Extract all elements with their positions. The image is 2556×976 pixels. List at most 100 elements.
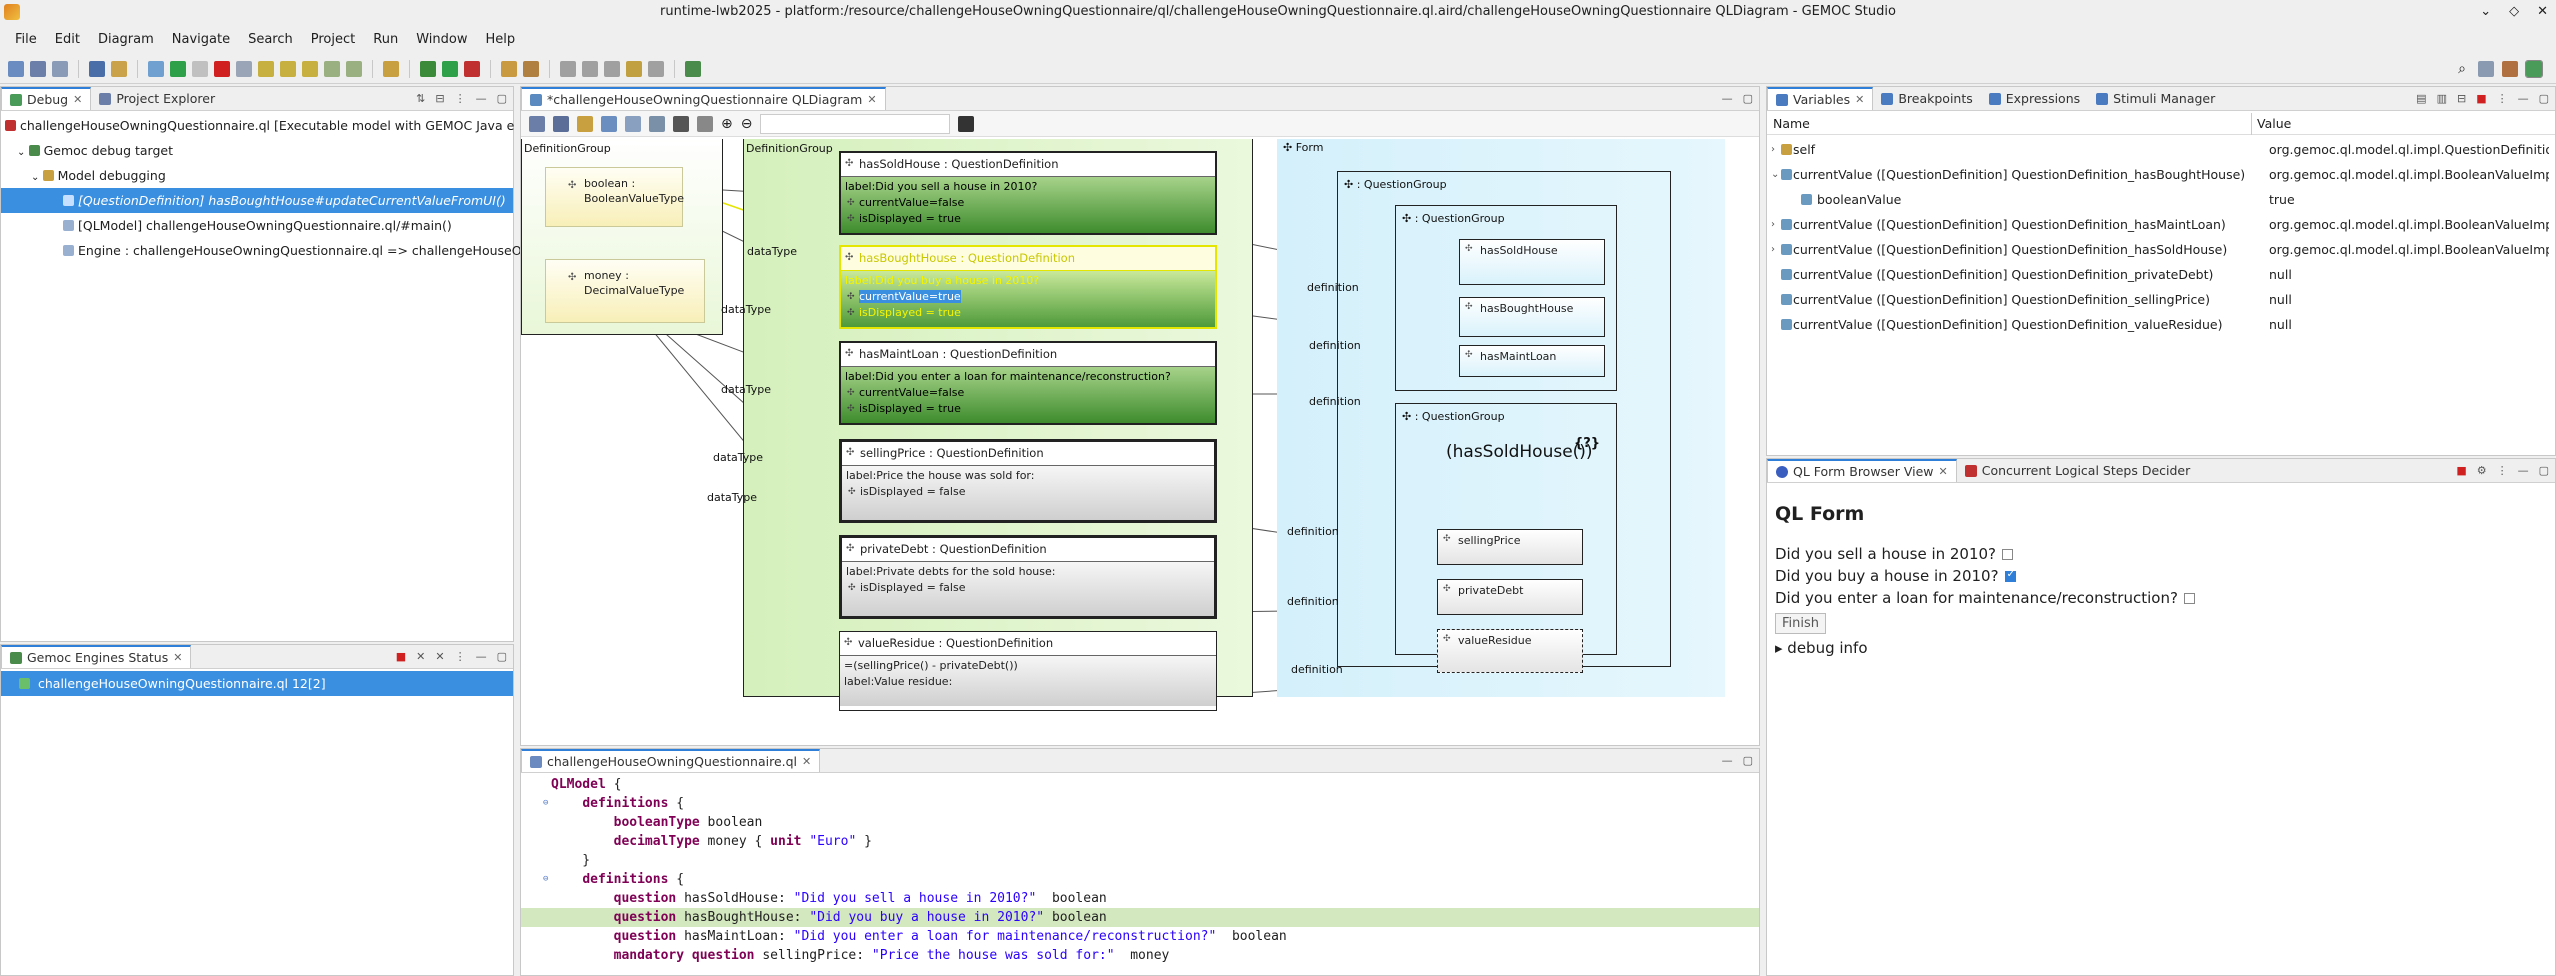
font-color-icon[interactable] xyxy=(673,115,689,132)
refresh-icon[interactable] xyxy=(577,115,593,132)
remove-engine-icon[interactable]: ✕ xyxy=(416,650,425,663)
question-node-valueResidue[interactable]: valueResidue : QuestionDefinition =(sell… xyxy=(839,631,1217,711)
external-tools-icon[interactable] xyxy=(464,60,480,77)
copy-format-icon[interactable] xyxy=(697,115,713,132)
close-icon[interactable]: ✕ xyxy=(173,651,182,664)
menu-help[interactable]: Help xyxy=(476,32,524,47)
fold-icon[interactable]: ⊖ xyxy=(543,870,548,889)
code-line[interactable]: ⊖ definitions { xyxy=(521,870,1759,889)
code-line[interactable]: QLModel { xyxy=(521,775,1759,794)
tree-item-model-debugging[interactable]: ⌄ Model debugging xyxy=(1,163,513,188)
view-menu-icon[interactable]: ⋮ xyxy=(455,92,466,105)
open-type-icon[interactable] xyxy=(501,60,517,77)
menu-diagram[interactable]: Diagram xyxy=(89,32,163,47)
maximize-icon[interactable]: ◇ xyxy=(2509,0,2519,24)
menu-window[interactable]: Window xyxy=(407,32,476,47)
remove-all-icon[interactable]: ✕ xyxy=(435,650,444,663)
boolean-type-node[interactable]: boolean :DecimalValueTypeBooleanValueTyp… xyxy=(545,167,684,227)
debug-info-toggle[interactable]: ▸ debug info xyxy=(1775,639,1868,657)
show-type-icon[interactable]: ▤ xyxy=(2416,92,2426,105)
step-over-icon[interactable] xyxy=(280,60,296,77)
minimize-icon[interactable]: — xyxy=(2518,92,2529,105)
engine-row[interactable]: challengeHouseOwningQuestionnaire.ql 12[… xyxy=(1,671,513,696)
close-icon[interactable]: ✕ xyxy=(73,93,82,106)
form-question-privateDebt[interactable]: privateDebt xyxy=(1437,579,1583,615)
java-perspective-icon[interactable] xyxy=(2502,61,2518,77)
tab-expressions[interactable]: Expressions xyxy=(1981,87,2088,110)
fold-icon[interactable]: ⊖ xyxy=(543,794,548,813)
code-line[interactable]: booleanType boolean xyxy=(521,813,1759,832)
pin-editor-icon[interactable] xyxy=(685,60,701,77)
variable-row[interactable]: › self org.gemoc.ql.model.ql.impl.Question… xyxy=(1767,137,2555,162)
maximize-icon[interactable]: ▢ xyxy=(2539,464,2549,477)
export-image-icon[interactable] xyxy=(958,115,975,132)
forward-icon[interactable] xyxy=(648,60,664,77)
close-icon[interactable]: ✕ xyxy=(2537,0,2548,24)
form-question-valueResidue[interactable]: valueResidue xyxy=(1437,629,1583,673)
stop-icon[interactable]: ■ xyxy=(2456,464,2466,477)
variable-row[interactable]: › currentValue ([QuestionDefinition] Ques… xyxy=(1767,212,2555,237)
checkbox-hasMaintLoan[interactable] xyxy=(2183,593,2195,604)
close-icon[interactable]: ✕ xyxy=(1939,465,1948,478)
form-question-sellingPrice[interactable]: sellingPrice xyxy=(1437,529,1583,565)
variable-row[interactable]: ⌄ currentValue ([QuestionDefinition] Ques… xyxy=(1767,162,2555,187)
form-question-hasSoldHouse[interactable]: hasSoldHouse xyxy=(1459,239,1605,285)
minimize-icon[interactable]: — xyxy=(2518,464,2529,477)
checkbox-hasSoldHouse[interactable] xyxy=(2002,549,2014,560)
code-line[interactable]: question hasSoldHouse: "Did you sell a h… xyxy=(521,889,1759,908)
money-type-node[interactable]: money :DecimalValueType xyxy=(545,259,705,323)
menu-search[interactable]: Search xyxy=(239,32,302,47)
toggle-breakpoint-icon[interactable] xyxy=(383,60,399,77)
minimize-icon[interactable]: — xyxy=(1722,754,1733,767)
tree-item-launch[interactable]: challengeHouseOwningQuestionnaire.ql [Ex… xyxy=(1,113,514,138)
view-menu-icon[interactable]: ⋮ xyxy=(455,650,466,663)
question-node-hasMaintLoan[interactable]: hasMaintLoan : QuestionDefinition label:… xyxy=(839,341,1217,425)
collapse-icon[interactable]: ⊟ xyxy=(435,92,444,105)
next-annotation-icon[interactable] xyxy=(560,60,576,77)
tab-variables[interactable]: Variables ✕ xyxy=(1767,87,1874,110)
pin-icon[interactable] xyxy=(649,115,665,132)
step-back-over-icon[interactable] xyxy=(346,60,362,77)
diagram-canvas[interactable]: DefinitionGroup boolean :DecimalValueTyp… xyxy=(521,139,1759,745)
menu-edit[interactable]: Edit xyxy=(46,32,89,47)
view-menu-icon[interactable]: ⋮ xyxy=(2497,464,2508,477)
code-line[interactable]: question hasBoughtHouse: "Did you buy a … xyxy=(521,908,1759,927)
tab-concurrent-logical-steps[interactable]: Concurrent Logical Steps Decider xyxy=(1957,459,2199,482)
filters-icon[interactable] xyxy=(625,115,641,132)
maximize-icon[interactable]: ▢ xyxy=(1743,754,1753,767)
question-node-sellingPrice[interactable]: sellingPrice : QuestionDefinition label:… xyxy=(839,439,1217,523)
expand-icon[interactable]: ⌄ xyxy=(31,172,43,183)
question-node-hasSoldHouse[interactable]: hasSoldHouse : QuestionDefinition label:… xyxy=(839,151,1217,235)
tab-gemoc-engines-status[interactable]: Gemoc Engines Status ✕ xyxy=(1,645,192,668)
skip-icon[interactable]: ⇅ xyxy=(416,92,425,105)
maximize-icon[interactable]: ▢ xyxy=(497,650,507,663)
form-question-hasMaintLoan[interactable]: hasMaintLoan xyxy=(1459,345,1605,377)
maximize-icon[interactable]: ▢ xyxy=(2539,92,2549,105)
previous-annotation-icon[interactable] xyxy=(582,60,598,77)
save-icon[interactable] xyxy=(30,60,46,77)
menu-navigate[interactable]: Navigate xyxy=(163,32,239,47)
layout-icon[interactable]: ▥ xyxy=(2437,92,2447,105)
layers-icon[interactable] xyxy=(601,115,617,132)
search-icon[interactable]: ⌕ xyxy=(2458,61,2466,77)
tree-item-stack-frame[interactable]: [QLModel] challengeHouseOwningQuestionna… xyxy=(1,213,513,238)
code-line[interactable]: } xyxy=(521,851,1759,870)
disconnect-icon[interactable] xyxy=(236,60,252,77)
save-all-icon[interactable] xyxy=(52,60,68,77)
close-icon[interactable]: ✕ xyxy=(1855,93,1864,106)
tree-item-engine[interactable]: Engine : challengeHouseOwningQuestionnai… xyxy=(1,238,522,263)
variable-row[interactable]: booleanValue true xyxy=(1767,187,2555,212)
finish-button[interactable]: Finish xyxy=(1775,613,1827,634)
code-line[interactable]: question hasMaintLoan: "Did you enter a … xyxy=(521,927,1759,946)
expand-icon[interactable]: ⌄ xyxy=(1771,162,1779,187)
settings-icon[interactable]: ⚙ xyxy=(2477,464,2487,477)
step-back-icon[interactable] xyxy=(324,60,340,77)
last-edit-icon[interactable] xyxy=(604,60,620,77)
col-value[interactable]: Value xyxy=(2257,116,2291,131)
menu-run[interactable]: Run xyxy=(364,32,407,47)
form-question-hasBoughtHouse[interactable]: hasBoughtHouse xyxy=(1459,297,1605,337)
variable-row[interactable]: › currentValue ([QuestionDefinition] Ques… xyxy=(1767,237,2555,262)
select-icon[interactable] xyxy=(553,115,569,132)
menu-file[interactable]: File xyxy=(6,32,46,47)
run-icon[interactable] xyxy=(442,60,458,77)
